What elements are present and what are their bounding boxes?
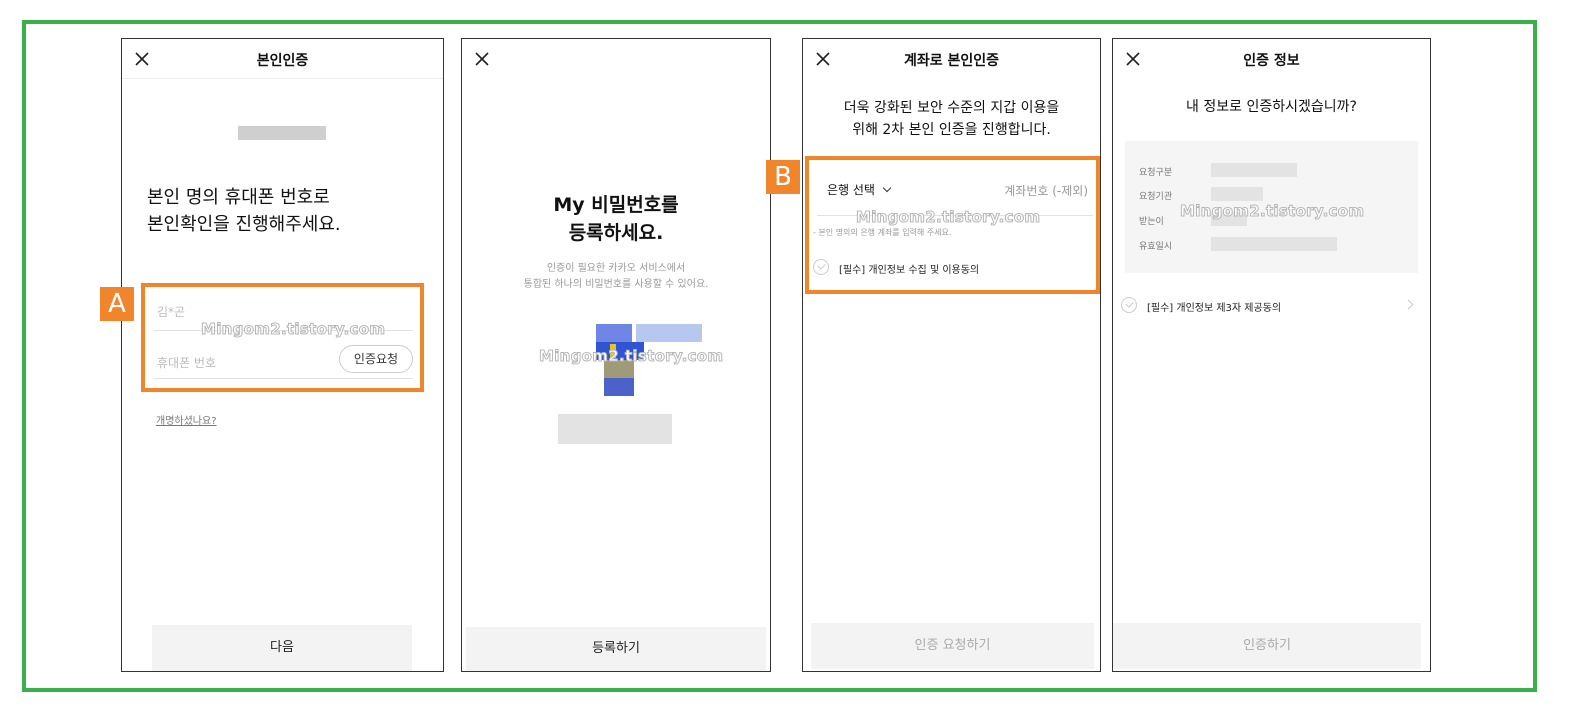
- heading-line2: 등록하세요.: [568, 222, 664, 244]
- request-verification-button[interactable]: 인증 요청하기: [811, 623, 1094, 669]
- page-title: 인증 정보: [1243, 53, 1300, 69]
- register-button[interactable]: 등록하기: [466, 627, 766, 671]
- agree-label[interactable]: [필수] 개인정보 제3자 제공동의: [1147, 299, 1281, 314]
- close-icon[interactable]: [472, 49, 492, 69]
- question-text: 내 정보로 인증하시겠습니까?: [1186, 99, 1357, 115]
- heading-line2: 본인확인을 진행해주세요.: [147, 214, 341, 235]
- watermark: Mingom2.tistory.com: [1179, 202, 1365, 221]
- agree-check-icon[interactable]: [1121, 297, 1137, 313]
- verify-button[interactable]: 인증하기: [1113, 623, 1421, 669]
- header: 인증 정보: [1113, 39, 1430, 79]
- page-title: 계좌로 본인인증: [903, 53, 1000, 69]
- field-label: 유효일시: [1139, 242, 1173, 252]
- blurred-value: [1211, 163, 1297, 177]
- description-line1: 인증이 필요한 카카오 서비스에서: [546, 263, 686, 274]
- watermark: Mingom2.tistory.com: [538, 347, 724, 366]
- header: 계좌로 본인인증: [803, 39, 1100, 79]
- field-label: 받는이: [1139, 217, 1164, 227]
- field-label: 요청기관: [1139, 192, 1173, 202]
- next-button[interactable]: 다음: [152, 625, 412, 671]
- blurred-logo: [238, 126, 326, 140]
- chevron-right-icon[interactable]: [1403, 299, 1414, 310]
- rename-link[interactable]: 개명하셨나요?: [156, 412, 217, 427]
- field-label: 요청구분: [1139, 168, 1173, 178]
- callout-a-label: A: [100, 287, 134, 321]
- blurred-value: [1211, 187, 1263, 201]
- blurred-content: [558, 414, 672, 444]
- callout-b-label: B: [766, 160, 800, 194]
- page-title: 본인인증: [256, 53, 309, 69]
- heading-line1: My 비밀번호를: [553, 194, 679, 216]
- info-screen: 인증 정보 내 정보로 인증하시겠습니까? 요청구분 요청기관 받는이 유효일시…: [1112, 38, 1431, 672]
- watermark: Mingom2.tistory.com: [855, 208, 1041, 227]
- watermark: Mingom2.tistory.com: [200, 320, 386, 339]
- description-line2: 위해 2차 본인 인증을 진행합니다.: [852, 122, 1051, 138]
- description-line2: 통합된 하나의 비밀번호를 사용할 수 있어요.: [523, 279, 709, 290]
- heading-line1: 본인 명의 휴대폰 번호로: [147, 187, 330, 208]
- blurred-value: [1211, 237, 1337, 251]
- description-line1: 더욱 강화된 보안 수준의 지갑 이용을: [843, 100, 1060, 116]
- account-screen: 계좌로 본인인증 더욱 강화된 보안 수준의 지갑 이용을 위해 2차 본인 인…: [802, 38, 1101, 672]
- header: 본인인증: [122, 39, 443, 79]
